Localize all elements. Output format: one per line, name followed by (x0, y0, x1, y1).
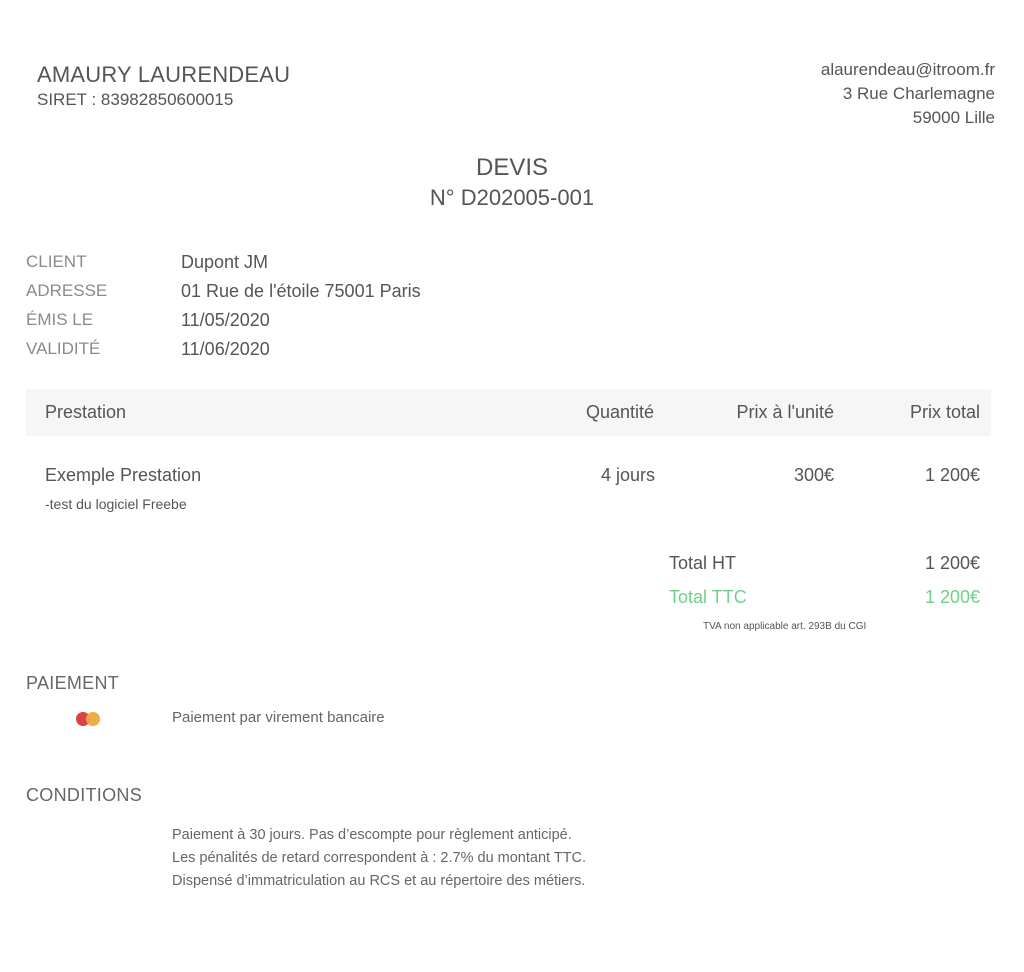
row-quantity: 4 jours (600, 465, 655, 485)
total-ttc-label: Total TTC (669, 587, 747, 607)
sender-city: 59000 Lille (912, 108, 995, 127)
row-prestation-description: -test du logiciel Freebe (45, 496, 187, 512)
document-title: DEVIS (475, 154, 549, 181)
client-value: Dupont JM (181, 252, 269, 272)
condition-line: Les pénalités de retard correspondent à … (172, 850, 587, 866)
total-ttc-value: 1 200€ (924, 587, 980, 607)
row-total: 1 200€ (924, 465, 980, 485)
total-ht-label: Total HT (669, 553, 737, 573)
validity-value: 11/06/2020 (181, 339, 270, 359)
condition-line: Dispensé d’immatriculation au RCS et au … (172, 873, 586, 889)
payment-title: PAIEMENT (26, 673, 120, 693)
tva-note: TVA non applicable art. 293B du CGI (703, 621, 867, 632)
table-header (26, 389, 991, 436)
header-quantite: Quantité (585, 402, 654, 422)
conditions-title: CONDITIONS (26, 785, 143, 805)
total-ht-value: 1 200€ (924, 553, 980, 573)
sender-siret: SIRET : 83982850600015 (37, 90, 234, 109)
header-prestation: Prestation (45, 402, 127, 422)
issued-label: ÉMIS LE (26, 310, 94, 329)
row-prestation-name: Exemple Prestation (45, 465, 202, 485)
row-unit-price: 300€ (793, 465, 834, 485)
sender-email: alaurendeau@itroom.fr (820, 60, 995, 79)
validity-label: VALIDITÉ (26, 339, 101, 358)
document-number: N° D202005-001 (429, 185, 595, 210)
sender-contact: alaurendeau@itroom.fr 3 Rue Charlemagne … (821, 58, 995, 130)
header-prix-unite: Prix à l'unité (736, 402, 834, 422)
payment-method: Paiement par virement bancaire (172, 709, 385, 726)
client-label: CLIENT (26, 252, 87, 271)
address-value: 01 Rue de l'étoile 75001 Paris (181, 281, 421, 301)
issued-value: 11/05/2020 (181, 310, 270, 330)
card-icon (76, 712, 104, 726)
sender-street: 3 Rue Charlemagne (842, 84, 995, 103)
address-label: ADRESSE (26, 281, 108, 300)
sender-name: AMAURY LAURENDEAU (37, 62, 291, 87)
condition-line: Paiement à 30 jours. Pas d’escompte pour… (172, 827, 572, 843)
header-prix-total: Prix total (909, 402, 980, 422)
